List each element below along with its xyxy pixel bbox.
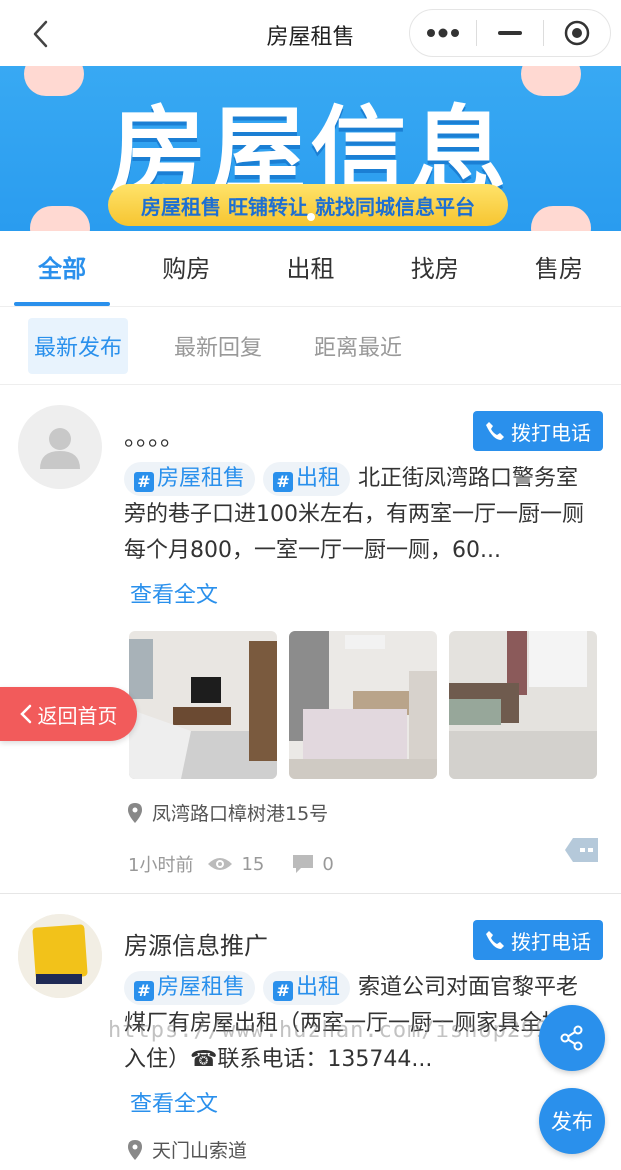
tab-sell[interactable]: 售房 [497, 231, 621, 306]
post-content: 。。。。 # 房屋租售 # 出租 北正街凤湾路口警务室旁的巷子口进100米左右，有两室一… [124, 405, 603, 880]
reply-button[interactable] [565, 837, 599, 867]
share-button[interactable] [539, 1005, 605, 1071]
back-to-home-button[interactable]: 返回首页 [0, 687, 137, 741]
read-more-link[interactable]: 查看全文 [124, 1078, 603, 1126]
hashtag-icon: # [273, 472, 294, 492]
tag[interactable]: # 出租 [263, 462, 351, 496]
call-button-label: 拨打电话 [511, 929, 591, 954]
room-photo [289, 631, 437, 779]
more-dots-icon [427, 28, 459, 38]
tag-label: 房屋租售 [157, 975, 246, 1000]
location-pin-icon [128, 1139, 142, 1160]
post-photo[interactable] [289, 631, 437, 779]
read-more-link[interactable]: 查看全文 [124, 569, 603, 617]
location-pin-icon [128, 802, 142, 823]
chevron-left-icon [19, 704, 31, 724]
mini-program-capsule [409, 9, 611, 57]
avatar[interactable] [18, 914, 102, 998]
post-photo[interactable] [129, 631, 277, 779]
location-text: 凤湾路口樟树港15号 [152, 803, 329, 825]
tab-rent[interactable]: 出租 [248, 231, 372, 306]
avatar[interactable] [18, 405, 102, 489]
share-icon [560, 1025, 583, 1051]
phone-icon [486, 422, 504, 440]
carousel-dot [306, 213, 315, 221]
call-button-label: 拨打电话 [511, 420, 591, 445]
sort-latest-reply[interactable]: 最新回复 [168, 318, 268, 374]
call-button[interactable]: 拨打电话 [473, 920, 603, 960]
tag-label: 出租 [296, 466, 341, 491]
nav-bar: 房屋租售 [0, 0, 621, 66]
tag[interactable]: # 房屋租售 [124, 971, 256, 1005]
tab-all[interactable]: 全部 [0, 231, 124, 306]
hashtag-icon: # [134, 981, 154, 1001]
photo-grid [124, 631, 603, 779]
tab-buy[interactable]: 购房 [124, 231, 248, 306]
comments-count: 0 [292, 853, 334, 875]
post-location[interactable]: 凤湾路口樟树港15号 [124, 799, 603, 826]
sort-latest[interactable]: 最新发布 [28, 317, 129, 374]
carousel-indicator [0, 213, 621, 221]
house-promo-avatar [18, 914, 102, 998]
tag-label: 出租 [296, 975, 341, 1000]
post-meta: 1小时前 15 0 [124, 848, 603, 880]
comments-value: 0 [322, 853, 334, 875]
call-button[interactable]: 拨打电话 [473, 411, 603, 451]
sort-nearest[interactable]: 距离最近 [308, 318, 408, 374]
post-location[interactable]: 天门山索道 [124, 1136, 603, 1163]
eye-icon [208, 858, 233, 870]
room-photo [129, 631, 277, 779]
phone-icon [486, 931, 504, 949]
user-placeholder-icon [40, 428, 80, 469]
target-icon [564, 20, 590, 46]
hashtag-icon: # [134, 472, 154, 492]
tag-label: 房屋租售 [157, 466, 246, 491]
minimize-button[interactable] [477, 10, 543, 56]
views-value: 15 [241, 853, 265, 875]
minus-icon [498, 31, 522, 35]
chat-bubble-icon [565, 838, 598, 862]
tab-find[interactable]: 找房 [373, 231, 497, 306]
post-card[interactable]: 拨打电话 。。。。 # 房屋租售 # 出租 北正街凤湾路口警务室旁的巷子口进100米左右… [0, 385, 621, 893]
watermark: https://www.huzhan.com/ishop29990 [108, 1018, 579, 1043]
tag[interactable]: # 出租 [263, 971, 351, 1005]
hashtag-icon: # [273, 981, 294, 1001]
publish-button[interactable]: 发布 [539, 1088, 605, 1154]
comment-icon [293, 855, 314, 873]
room-photo [449, 631, 597, 779]
tag[interactable]: # 房屋租售 [124, 462, 256, 496]
location-text: 天门山索道 [152, 1140, 248, 1162]
post-body: # 房屋租售 # 出租 北正街凤湾路口警务室旁的巷子口进100米左右，有两室一厅一厨一厕… [124, 461, 603, 569]
back-to-home-label: 返回首页 [37, 703, 118, 728]
views-count: 15 [207, 854, 264, 875]
post-time: 1小时前 [128, 855, 194, 876]
more-button[interactable] [410, 10, 476, 56]
banner[interactable]: 房屋信息 房屋租售 旺铺转让 就找同城信息平台 [0, 66, 621, 231]
category-tabs: 全部 购房 出租 找房 售房 [0, 231, 621, 307]
post-photo[interactable] [449, 631, 597, 779]
close-button[interactable] [544, 10, 610, 56]
sort-bar: 最新发布 最新回复 距离最近 [0, 307, 621, 385]
